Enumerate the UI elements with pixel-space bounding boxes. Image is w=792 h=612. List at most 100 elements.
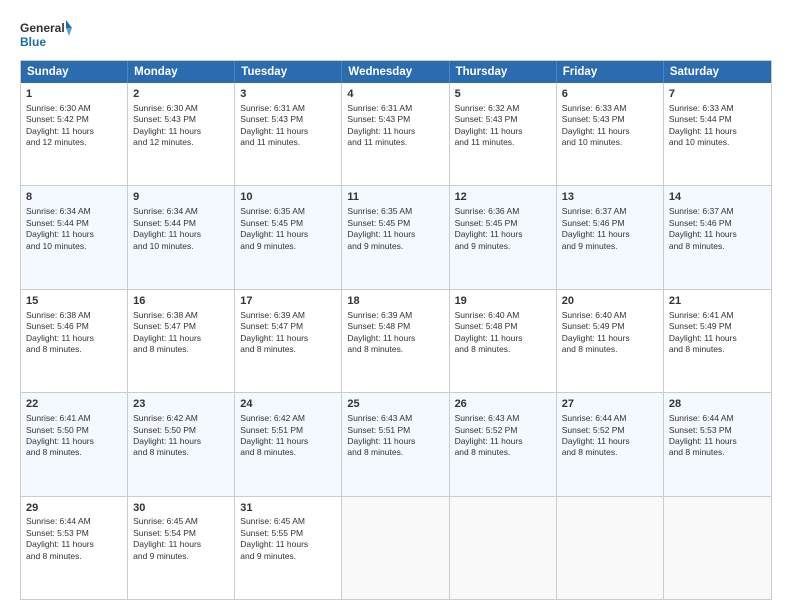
day-info-line: Daylight: 11 hours [240, 333, 336, 344]
calendar-cell: 7Sunrise: 6:33 AMSunset: 5:44 PMDaylight… [664, 83, 771, 185]
day-number: 24 [240, 397, 336, 412]
calendar-cell: 31Sunrise: 6:45 AMSunset: 5:55 PMDayligh… [235, 497, 342, 599]
day-info-line: Daylight: 11 hours [455, 126, 551, 137]
calendar-cell: 18Sunrise: 6:39 AMSunset: 5:48 PMDayligh… [342, 290, 449, 392]
day-info-line: and 9 minutes. [133, 551, 229, 562]
day-info-line: Sunrise: 6:42 AM [133, 413, 229, 424]
day-info-line: and 9 minutes. [562, 241, 658, 252]
day-info-line: Sunset: 5:44 PM [26, 218, 122, 229]
day-info-line: Daylight: 11 hours [669, 333, 766, 344]
day-info-line: Daylight: 11 hours [240, 229, 336, 240]
day-info-line: Sunrise: 6:44 AM [562, 413, 658, 424]
logo: General Blue [20, 18, 72, 54]
day-info-line: Sunset: 5:48 PM [455, 321, 551, 332]
calendar-cell: 12Sunrise: 6:36 AMSunset: 5:45 PMDayligh… [450, 186, 557, 288]
calendar-cell [664, 497, 771, 599]
day-info-line: Sunrise: 6:39 AM [240, 310, 336, 321]
day-info-line: Sunrise: 6:45 AM [240, 516, 336, 527]
day-info-line: Sunrise: 6:32 AM [455, 103, 551, 114]
day-info-line: and 8 minutes. [26, 551, 122, 562]
day-info-line: and 8 minutes. [669, 447, 766, 458]
calendar-row: 22Sunrise: 6:41 AMSunset: 5:50 PMDayligh… [21, 392, 771, 495]
calendar-cell: 22Sunrise: 6:41 AMSunset: 5:50 PMDayligh… [21, 393, 128, 495]
day-info-line: Sunrise: 6:34 AM [133, 206, 229, 217]
day-info-line: and 8 minutes. [240, 447, 336, 458]
calendar-row: 29Sunrise: 6:44 AMSunset: 5:53 PMDayligh… [21, 496, 771, 599]
day-info-line: Sunset: 5:49 PM [669, 321, 766, 332]
day-info-line: Sunset: 5:43 PM [455, 114, 551, 125]
calendar-cell: 29Sunrise: 6:44 AMSunset: 5:53 PMDayligh… [21, 497, 128, 599]
day-info-line: and 12 minutes. [26, 137, 122, 148]
day-info-line: Sunrise: 6:38 AM [26, 310, 122, 321]
day-number: 6 [562, 87, 658, 102]
day-number: 31 [240, 501, 336, 516]
day-info-line: Sunrise: 6:33 AM [669, 103, 766, 114]
day-number: 28 [669, 397, 766, 412]
svg-text:General: General [20, 21, 65, 35]
calendar-cell: 27Sunrise: 6:44 AMSunset: 5:52 PMDayligh… [557, 393, 664, 495]
day-number: 12 [455, 190, 551, 205]
day-info-line: Sunrise: 6:42 AM [240, 413, 336, 424]
day-info-line: Daylight: 11 hours [240, 126, 336, 137]
calendar-body: 1Sunrise: 6:30 AMSunset: 5:42 PMDaylight… [21, 83, 771, 599]
day-info-line: Sunset: 5:50 PM [26, 425, 122, 436]
calendar-cell: 11Sunrise: 6:35 AMSunset: 5:45 PMDayligh… [342, 186, 449, 288]
day-info-line: Daylight: 11 hours [562, 333, 658, 344]
day-info-line: Sunset: 5:46 PM [562, 218, 658, 229]
day-info-line: Sunrise: 6:44 AM [669, 413, 766, 424]
day-info-line: and 8 minutes. [26, 344, 122, 355]
day-info-line: Sunrise: 6:41 AM [669, 310, 766, 321]
calendar-day-header: Friday [557, 61, 664, 83]
day-info-line: and 12 minutes. [133, 137, 229, 148]
day-info-line: Sunset: 5:50 PM [133, 425, 229, 436]
calendar-cell: 24Sunrise: 6:42 AMSunset: 5:51 PMDayligh… [235, 393, 342, 495]
day-number: 17 [240, 294, 336, 309]
day-info-line: Sunrise: 6:43 AM [455, 413, 551, 424]
calendar-cell: 16Sunrise: 6:38 AMSunset: 5:47 PMDayligh… [128, 290, 235, 392]
day-info-line: and 8 minutes. [562, 447, 658, 458]
page: General Blue SundayMondayTuesdayWednesda… [0, 0, 792, 612]
day-info-line: Daylight: 11 hours [562, 229, 658, 240]
day-number: 2 [133, 87, 229, 102]
calendar-cell: 15Sunrise: 6:38 AMSunset: 5:46 PMDayligh… [21, 290, 128, 392]
calendar-cell: 8Sunrise: 6:34 AMSunset: 5:44 PMDaylight… [21, 186, 128, 288]
day-info-line: Daylight: 11 hours [26, 126, 122, 137]
day-info-line: Sunset: 5:46 PM [669, 218, 766, 229]
calendar-day-header: Tuesday [235, 61, 342, 83]
logo-svg: General Blue [20, 18, 72, 54]
day-number: 22 [26, 397, 122, 412]
day-info-line: and 8 minutes. [669, 344, 766, 355]
calendar-cell: 17Sunrise: 6:39 AMSunset: 5:47 PMDayligh… [235, 290, 342, 392]
day-info-line: Daylight: 11 hours [455, 333, 551, 344]
day-info-line: Sunset: 5:53 PM [669, 425, 766, 436]
day-info-line: Sunset: 5:52 PM [562, 425, 658, 436]
day-info-line: Daylight: 11 hours [347, 126, 443, 137]
day-number: 27 [562, 397, 658, 412]
day-info-line: Daylight: 11 hours [562, 126, 658, 137]
calendar-cell: 21Sunrise: 6:41 AMSunset: 5:49 PMDayligh… [664, 290, 771, 392]
day-number: 1 [26, 87, 122, 102]
day-info-line: Sunrise: 6:35 AM [347, 206, 443, 217]
day-info-line: and 10 minutes. [669, 137, 766, 148]
day-number: 14 [669, 190, 766, 205]
day-info-line: Daylight: 11 hours [133, 539, 229, 550]
day-info-line: and 9 minutes. [240, 551, 336, 562]
calendar-day-header: Thursday [450, 61, 557, 83]
day-info-line: Sunrise: 6:39 AM [347, 310, 443, 321]
calendar-day-header: Sunday [21, 61, 128, 83]
day-info-line: Sunrise: 6:37 AM [562, 206, 658, 217]
day-number: 7 [669, 87, 766, 102]
calendar-cell: 20Sunrise: 6:40 AMSunset: 5:49 PMDayligh… [557, 290, 664, 392]
day-info-line: Sunset: 5:44 PM [133, 218, 229, 229]
calendar-cell: 10Sunrise: 6:35 AMSunset: 5:45 PMDayligh… [235, 186, 342, 288]
day-info-line: and 10 minutes. [133, 241, 229, 252]
day-info-line: and 9 minutes. [240, 241, 336, 252]
calendar-cell: 4Sunrise: 6:31 AMSunset: 5:43 PMDaylight… [342, 83, 449, 185]
day-info-line: Sunset: 5:54 PM [133, 528, 229, 539]
day-info-line: Sunset: 5:53 PM [26, 528, 122, 539]
day-info-line: Daylight: 11 hours [26, 539, 122, 550]
day-info-line: Sunrise: 6:44 AM [26, 516, 122, 527]
day-info-line: Daylight: 11 hours [26, 333, 122, 344]
day-info-line: Sunset: 5:42 PM [26, 114, 122, 125]
day-info-line: Sunset: 5:45 PM [240, 218, 336, 229]
